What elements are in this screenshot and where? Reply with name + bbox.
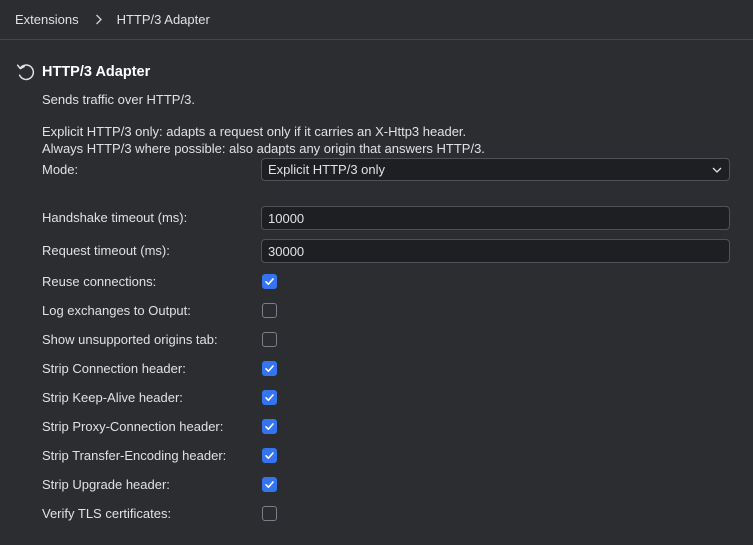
breadcrumb-current: HTTP/3 Adapter bbox=[116, 12, 210, 27]
checkmark-icon bbox=[265, 481, 274, 488]
strip-keep-alive-header-checkbox[interactable] bbox=[262, 390, 277, 405]
request-timeout-label: Request timeout (ms): bbox=[42, 243, 170, 258]
mode-help-line-1: Explicit HTTP/3 only: adapts a request o… bbox=[42, 124, 467, 139]
chevron-down-icon bbox=[711, 164, 723, 176]
strip-proxy-connection-header-label: Strip Proxy-Connection header: bbox=[42, 419, 224, 434]
checkmark-icon bbox=[265, 394, 274, 401]
show-unsupported-origins-tab-checkbox[interactable] bbox=[262, 332, 277, 347]
mode-label: Mode: bbox=[42, 162, 79, 177]
checkmark-icon bbox=[265, 423, 274, 430]
plugin-header: HTTP/3 Adapter bbox=[15, 61, 150, 83]
mode-select[interactable]: Explicit HTTP/3 only bbox=[261, 158, 730, 181]
settings-panel: HTTP/3 Adapter Sends traffic over HTTP/3… bbox=[0, 41, 753, 545]
reuse-connections-checkbox[interactable] bbox=[262, 274, 277, 289]
strip-upgrade-header-label: Strip Upgrade header: bbox=[42, 477, 170, 492]
request-timeout-input[interactable]: 30000 bbox=[261, 239, 730, 263]
strip-proxy-connection-header-checkbox[interactable] bbox=[262, 419, 277, 434]
breadcrumb-extensions[interactable]: Extensions bbox=[15, 12, 79, 27]
verify-tls-certificates-checkbox[interactable] bbox=[262, 506, 277, 521]
strip-keep-alive-header-label: Strip Keep-Alive header: bbox=[42, 390, 183, 405]
checkmark-icon bbox=[265, 365, 274, 372]
page-title: HTTP/3 Adapter bbox=[42, 64, 151, 80]
handshake-timeout-input[interactable]: 10000 bbox=[261, 206, 730, 230]
strip-connection-header-checkbox[interactable] bbox=[262, 361, 277, 376]
log-exchanges-label: Log exchanges to Output: bbox=[42, 303, 191, 318]
strip-transfer-encoding-header-label: Strip Transfer-Encoding header: bbox=[42, 448, 227, 463]
handshake-timeout-value: 10000 bbox=[268, 210, 305, 226]
handshake-timeout-label: Handshake timeout (ms): bbox=[42, 210, 188, 225]
checkmark-icon bbox=[265, 452, 274, 459]
breadcrumb: Extensions HTTP/3 Adapter bbox=[0, 0, 753, 40]
strip-transfer-encoding-header-checkbox[interactable] bbox=[262, 448, 277, 463]
request-timeout-value: 30000 bbox=[268, 243, 305, 259]
mode-select-value: Explicit HTTP/3 only bbox=[268, 162, 386, 177]
chevron-right-icon bbox=[95, 13, 103, 27]
strip-upgrade-header-checkbox[interactable] bbox=[262, 477, 277, 492]
verify-tls-certificates-label: Verify TLS certificates: bbox=[42, 506, 172, 521]
reset-icon[interactable] bbox=[15, 61, 37, 83]
plugin-description: Sends traffic over HTTP/3. bbox=[42, 92, 195, 107]
show-unsupported-origins-tab-label: Show unsupported origins tab: bbox=[42, 332, 218, 347]
mode-help-line-2: Always HTTP/3 where possible: also adapt… bbox=[42, 141, 485, 156]
reuse-connections-label: Reuse connections: bbox=[42, 274, 157, 289]
log-exchanges-checkbox[interactable] bbox=[262, 303, 277, 318]
checkmark-icon bbox=[265, 278, 274, 285]
strip-connection-header-label: Strip Connection header: bbox=[42, 361, 186, 376]
